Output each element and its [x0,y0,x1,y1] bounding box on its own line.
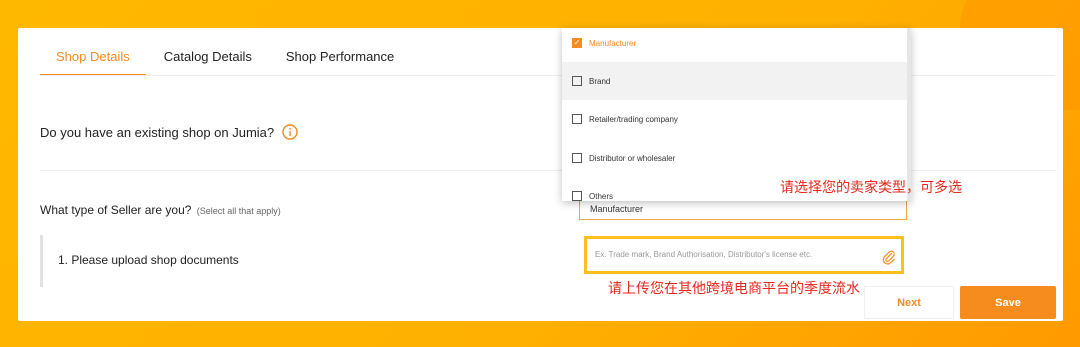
save-button[interactable]: Save [960,286,1056,319]
checkbox[interactable] [572,153,582,163]
upload-section-bar [40,235,43,287]
dropdown-scrollbar[interactable] [907,28,911,201]
next-button[interactable]: Next [864,286,954,319]
option-label: Retailer/trading company [589,114,678,124]
seller-type-annotation: 请选择您的卖家类型，可多选 [780,179,962,195]
existing-shop-question: Do you have an existing shop on Jumia? [40,124,298,140]
checkbox[interactable] [572,114,582,124]
option-distributor[interactable]: Distributor or wholesaler [562,139,911,177]
option-retailer[interactable]: Retailer/trading company [562,100,911,138]
existing-shop-label: Do you have an existing shop on Jumia? [40,124,275,140]
checkbox[interactable] [572,76,582,86]
seller-type-label: What type of Seller are you? [40,203,192,217]
upload-label: 1. Please upload shop documents [58,253,239,267]
checkmark-icon[interactable]: ✓ [572,38,582,48]
seller-type-hint: (Select all that apply) [196,206,281,216]
upload-section: 1. Please upload shop documents [40,235,1060,287]
upload-documents-input[interactable]: Ex. Trade mark, Brand Authorisation, Dis… [584,236,904,274]
tab-shop-details[interactable]: Shop Details [40,49,146,76]
upload-placeholder: Ex. Trade mark, Brand Authorisation, Dis… [595,250,813,259]
checkbox[interactable] [572,191,582,201]
option-brand[interactable]: Brand [562,62,911,100]
info-icon[interactable] [282,124,298,140]
option-label: Others [589,191,614,201]
upload-annotation: 请上传您在其他跨境电商平台的季度流水 [608,280,860,296]
tab-catalog-details[interactable]: Catalog Details [148,49,268,76]
option-label: Distributor or wholesaler [589,153,676,163]
paperclip-icon[interactable] [881,247,897,265]
option-label: Brand [589,76,611,86]
tab-shop-performance[interactable]: Shop Performance [270,49,410,76]
seller-type-dropdown: ✓ Manufacturer Brand Retailer/trading co… [562,28,911,201]
seller-type-question: What type of Seller are you? (Select all… [40,203,281,217]
tab-bar: Shop Details Catalog Details Shop Perfor… [40,28,412,76]
option-manufacturer[interactable]: ✓ Manufacturer [562,28,911,62]
option-label: Manufacturer [589,38,637,48]
